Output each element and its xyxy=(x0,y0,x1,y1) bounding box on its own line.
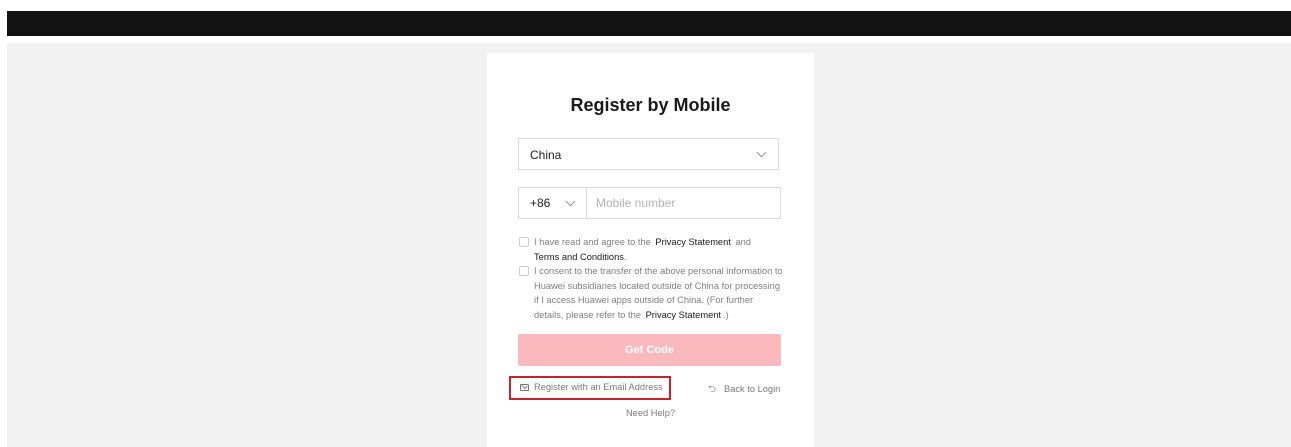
consent-and-text: and xyxy=(735,237,751,247)
back-to-login-label: Back to Login xyxy=(724,384,781,394)
privacy-terms-consent-text: I have read and agree to the Privacy Sta… xyxy=(534,235,784,264)
page-title: Register by Mobile xyxy=(570,95,731,115)
privacy-statement-link[interactable]: Privacy Statement xyxy=(653,237,732,247)
data-transfer-checkbox[interactable] xyxy=(519,266,529,276)
consent-end-text: .) xyxy=(723,310,729,321)
top-bar xyxy=(7,11,1291,36)
country-value: China xyxy=(530,148,562,162)
back-to-login-link[interactable]: ⮌ Back to Login xyxy=(708,382,780,396)
terms-conditions-link[interactable]: Terms and Conditions xyxy=(534,252,624,262)
country-code-select[interactable]: +86 xyxy=(519,188,587,218)
need-help-link[interactable]: Need Help? xyxy=(487,408,814,418)
data-transfer-consent-text: I consent to the transfer of the above p… xyxy=(534,264,784,323)
country-code-value: +86 xyxy=(530,196,551,210)
privacy-terms-checkbox[interactable] xyxy=(519,237,529,247)
mail-icon xyxy=(520,384,529,391)
mobile-number-input[interactable] xyxy=(587,188,777,218)
country-select[interactable]: China xyxy=(518,138,779,170)
consent-end-text: . xyxy=(623,251,627,262)
privacy-statement-link[interactable]: Privacy Statement xyxy=(644,310,723,320)
get-code-button[interactable]: Get Code xyxy=(518,334,781,366)
consent-text: I have read and agree to the xyxy=(534,237,651,247)
phone-input-group: +86 xyxy=(518,187,781,219)
register-email-label: Register with an Email Address xyxy=(534,382,663,392)
back-arrow-icon: ⮌ xyxy=(708,384,717,395)
chevron-down-icon xyxy=(756,147,767,158)
chevron-down-icon xyxy=(565,196,576,207)
register-email-link[interactable]: Register with an Email Address xyxy=(509,376,671,400)
